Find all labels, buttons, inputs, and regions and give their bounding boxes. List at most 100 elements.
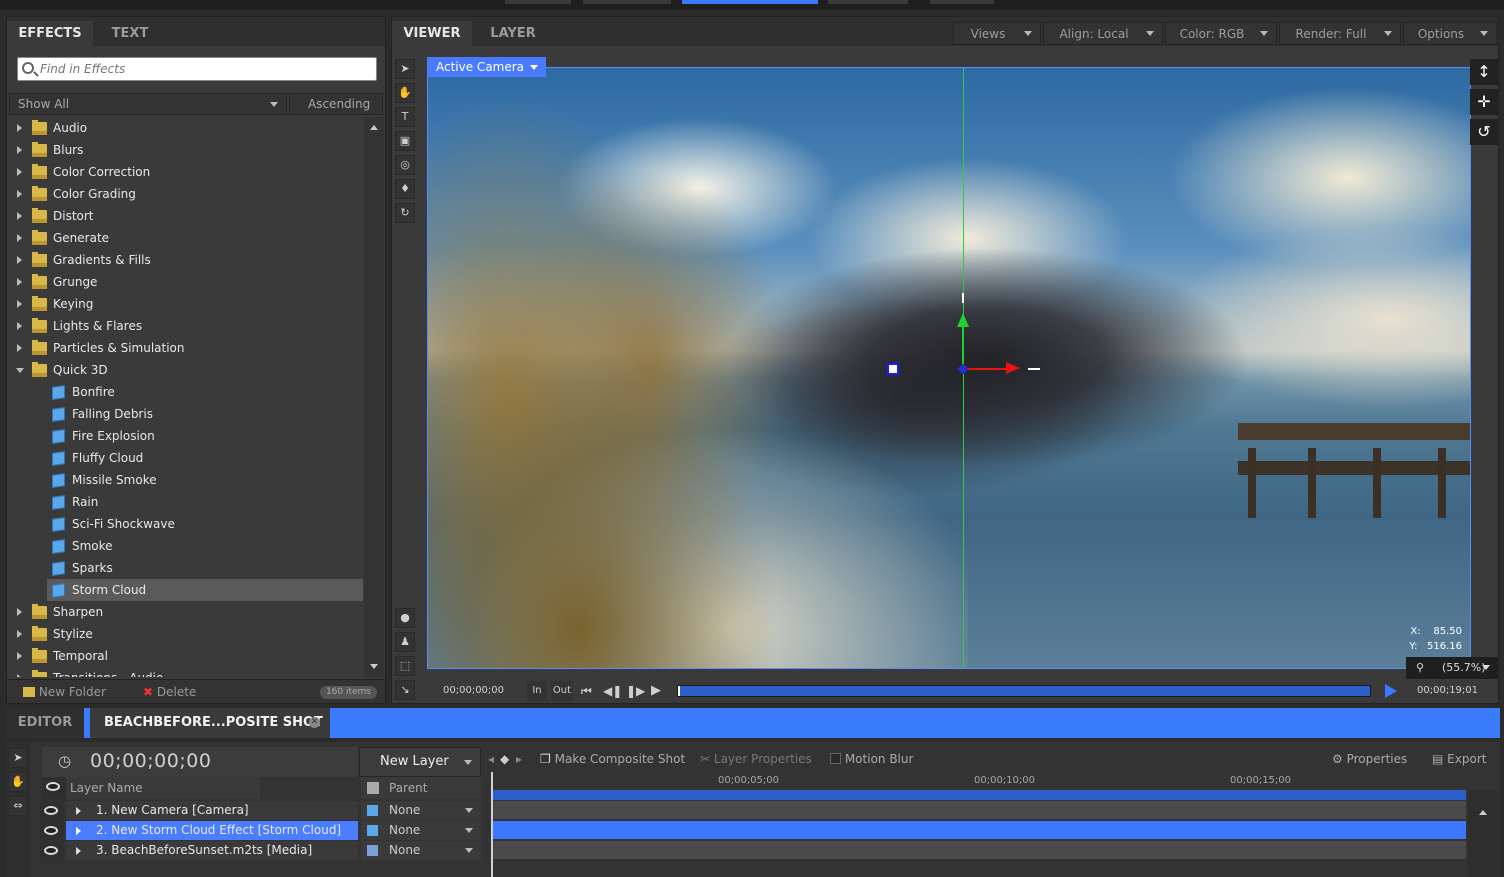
track-camera[interactable] <box>492 801 1466 819</box>
person-tool-icon[interactable]: ♟ <box>395 632 415 652</box>
tree-folder[interactable]: Distort <box>7 205 363 227</box>
expand-icon[interactable] <box>76 807 81 815</box>
tree-effect[interactable]: Sparks <box>7 557 363 579</box>
tab-editor[interactable]: EDITOR <box>6 708 84 738</box>
parent-dropdown[interactable]: None <box>361 801 481 820</box>
timeline-scrollbar[interactable] <box>1468 790 1498 877</box>
layer-name-header[interactable]: Layer Name <box>66 777 260 799</box>
collapse-icon[interactable] <box>16 368 24 373</box>
tree-folder[interactable]: Gradients & Fills <box>7 249 363 271</box>
play-icon[interactable]: ▶ <box>651 681 661 701</box>
parent-dropdown[interactable]: None <box>361 821 481 840</box>
tree-folder[interactable]: Color Grading <box>7 183 363 205</box>
checkbox-icon[interactable] <box>830 753 841 764</box>
tab-composite-shot[interactable]: BEACHBEFORE...POSITE SHOT ✕ <box>90 708 330 738</box>
new-folder-button[interactable]: New Folder <box>23 680 106 704</box>
orbit-tool-icon[interactable]: ◎ <box>395 155 415 175</box>
light-tool-icon[interactable]: ● <box>395 608 415 628</box>
expand-icon[interactable] <box>17 190 22 198</box>
expand-icon[interactable] <box>17 674 22 677</box>
move-vertical-icon[interactable]: ↕ <box>1470 59 1498 85</box>
tree-folder[interactable]: Generate <box>7 227 363 249</box>
effects-search-input[interactable] <box>40 61 370 77</box>
expand-icon[interactable] <box>17 630 22 638</box>
playhead[interactable] <box>491 772 493 877</box>
expand-icon[interactable] <box>17 608 22 616</box>
tree-effect[interactable]: Falling Debris <box>7 403 363 425</box>
move-all-icon[interactable]: ✛ <box>1470 89 1498 115</box>
out-button[interactable]: Out <box>551 681 573 701</box>
expand-icon[interactable] <box>17 256 22 264</box>
viewer-scrubber[interactable] <box>677 685 1371 697</box>
tree-folder[interactable]: Sharpen <box>7 601 363 623</box>
tree-folder[interactable]: Temporal <box>7 645 363 667</box>
hand-tool-icon[interactable]: ✋ <box>8 772 28 792</box>
tab-text[interactable]: TEXT <box>97 21 163 46</box>
tree-folder[interactable]: Stylize <box>7 623 363 645</box>
x-axis-gizmo[interactable] <box>964 368 1010 370</box>
viewer-canvas[interactable]: X: 85.50 Y: 516.16 <box>427 67 1471 669</box>
y-arrow-icon[interactable] <box>957 313 969 327</box>
timecode-display[interactable]: ◷ 00;00;00;00 <box>42 747 358 777</box>
expand-icon[interactable] <box>17 212 22 220</box>
add-keyframe-icon[interactable]: ◆ <box>500 747 509 771</box>
x-arrow-icon[interactable] <box>1006 362 1020 374</box>
track-storm-cloud[interactable] <box>492 821 1466 839</box>
make-composite-button[interactable]: ❐ Make Composite Shot <box>540 747 685 771</box>
top-tab[interactable] <box>583 0 671 4</box>
slip-tool-icon[interactable]: ⇔ <box>8 796 28 816</box>
rotate-view-icon[interactable]: ↺ <box>1470 119 1498 145</box>
path-tool-icon[interactable]: ↘ <box>395 680 415 700</box>
effects-search[interactable] <box>17 57 377 81</box>
layer-anchor-handle[interactable] <box>887 363 899 375</box>
expand-icon[interactable] <box>17 344 22 352</box>
export-button[interactable]: ▤ Export <box>1432 747 1486 771</box>
layer-visibility-toggle[interactable] <box>40 841 64 860</box>
sort-button[interactable]: Ascending <box>289 93 383 115</box>
expand-icon[interactable] <box>17 300 22 308</box>
tab-viewer[interactable]: VIEWER <box>392 21 472 46</box>
marquee-tool-icon[interactable]: ⬚ <box>395 656 415 676</box>
skip-start-icon[interactable]: ⏮ <box>581 681 592 701</box>
effects-scrollbar[interactable] <box>364 117 384 677</box>
color-dropdown[interactable]: Color: RGB <box>1165 22 1277 45</box>
select-tool-icon[interactable]: ➤ <box>8 748 28 768</box>
expand-icon[interactable] <box>17 234 22 242</box>
parent-dropdown[interactable]: None <box>361 841 481 860</box>
top-tab[interactable] <box>828 0 908 4</box>
expand-icon[interactable] <box>17 322 22 330</box>
properties-button[interactable]: ⚙ Properties <box>1332 747 1407 771</box>
expand-icon[interactable] <box>17 278 22 286</box>
tree-effect[interactable]: Fire Explosion <box>7 425 363 447</box>
x-axis-handle[interactable] <box>1028 368 1040 370</box>
tree-effect-selected[interactable]: Storm Cloud <box>47 579 363 601</box>
prev-keyframe-icon[interactable]: ◂ <box>488 747 494 771</box>
expand-icon[interactable] <box>17 168 22 176</box>
tree-folder[interactable]: Grunge <box>7 271 363 293</box>
in-button[interactable]: In <box>527 681 547 701</box>
expand-icon[interactable] <box>76 847 81 855</box>
active-camera-dropdown[interactable]: Active Camera <box>427 57 547 77</box>
tree-effect[interactable]: Sci-Fi Shockwave <box>7 513 363 535</box>
tree-folder[interactable]: Particles & Simulation <box>7 337 363 359</box>
new-layer-dropdown[interactable]: New Layer <box>359 747 481 777</box>
tree-folder[interactable]: Audio <box>7 117 363 139</box>
tree-effect[interactable]: Rain <box>7 491 363 513</box>
layer-visibility-toggle[interactable] <box>40 801 64 820</box>
close-icon[interactable]: ✕ <box>309 717 320 728</box>
step-back-icon[interactable]: ◀❚ <box>603 681 622 701</box>
tree-folder[interactable]: Lights & Flares <box>7 315 363 337</box>
expand-icon[interactable] <box>17 652 22 660</box>
scrub-end-icon[interactable] <box>1385 684 1397 698</box>
parent-header[interactable]: Parent <box>361 777 481 799</box>
top-tab[interactable] <box>930 0 994 4</box>
align-dropdown[interactable]: Align: Local <box>1043 22 1163 45</box>
tree-folder[interactable]: Transitions - Audio <box>7 667 363 677</box>
tree-folder[interactable]: Color Correction <box>7 161 363 183</box>
layer-row-selected[interactable]: 2. New Storm Cloud Effect [Storm Cloud] <box>66 821 358 840</box>
options-dropdown[interactable]: Options <box>1403 22 1497 45</box>
tree-effect[interactable]: Missile Smoke <box>7 469 363 491</box>
tree-effect[interactable]: Smoke <box>7 535 363 557</box>
y-axis-handle[interactable] <box>962 293 964 303</box>
tree-folder-quick3d[interactable]: Quick 3D <box>7 359 363 381</box>
